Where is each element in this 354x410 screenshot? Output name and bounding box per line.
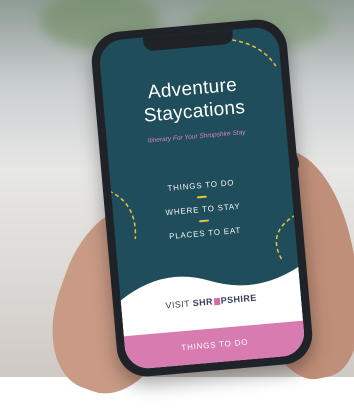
smartphone: Adventure Staycations Itinerary For Your… [89,17,315,379]
phone-screen: Adventure Staycations Itinerary For Your… [97,25,307,371]
pink-square-icon [213,297,221,306]
brand-name-part1: SHR [192,296,214,309]
brand-prefix: VISIT [165,298,191,311]
